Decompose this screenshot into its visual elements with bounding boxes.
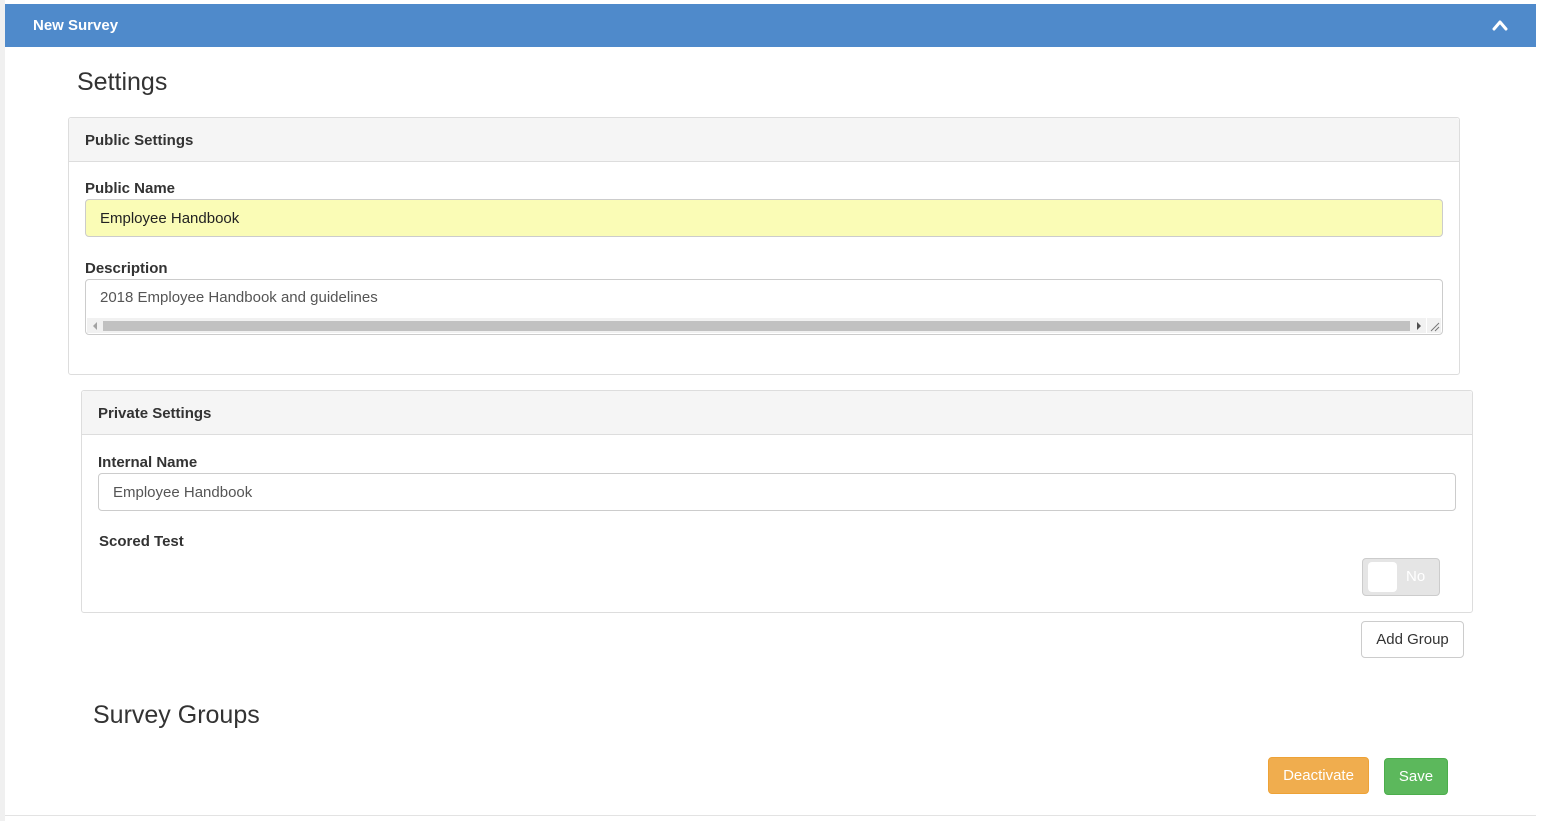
resize-grip-icon[interactable]: [1427, 318, 1441, 333]
bottom-divider: [5, 815, 1536, 816]
scored-test-toggle[interactable]: No: [1362, 558, 1440, 596]
public-name-label: Public Name: [85, 180, 176, 197]
survey-header-title: New Survey: [33, 17, 119, 34]
description-label: Description: [85, 260, 168, 277]
private-settings-title: Private Settings: [98, 405, 212, 422]
public-settings-title: Public Settings: [85, 132, 194, 149]
public-name-input[interactable]: [85, 199, 1443, 237]
toggle-knob: [1368, 562, 1397, 592]
deactivate-button[interactable]: Deactivate: [1268, 757, 1369, 794]
save-button[interactable]: Save: [1384, 758, 1448, 795]
add-group-button[interactable]: Add Group: [1361, 621, 1464, 658]
private-settings-panel: Private Settings Internal Name Scored Te…: [81, 390, 1473, 613]
public-settings-heading: Public Settings: [69, 118, 1459, 162]
description-scrollbar[interactable]: [87, 318, 1426, 333]
internal-name-label: Internal Name: [98, 454, 198, 471]
page-title: Settings: [77, 68, 168, 96]
scored-test-label: Scored Test: [99, 533, 184, 550]
left-edge-shade: [0, 0, 5, 821]
scored-test-toggle-text: No: [1406, 568, 1426, 585]
description-textarea[interactable]: 2018 Employee Handbook and guidelines: [85, 279, 1443, 335]
scrollbar-thumb[interactable]: [103, 321, 1410, 331]
scroll-left-icon[interactable]: [87, 318, 102, 333]
private-settings-heading: Private Settings: [82, 391, 1472, 435]
survey-groups-title: Survey Groups: [93, 701, 260, 729]
scroll-right-icon[interactable]: [1411, 318, 1426, 333]
chevron-up-icon[interactable]: [1492, 18, 1508, 32]
description-text: 2018 Employee Handbook and guidelines: [100, 289, 378, 306]
public-settings-panel: Public Settings Public Name Description …: [68, 117, 1460, 375]
survey-header-bar[interactable]: New Survey: [5, 4, 1536, 47]
internal-name-input[interactable]: [98, 473, 1456, 511]
